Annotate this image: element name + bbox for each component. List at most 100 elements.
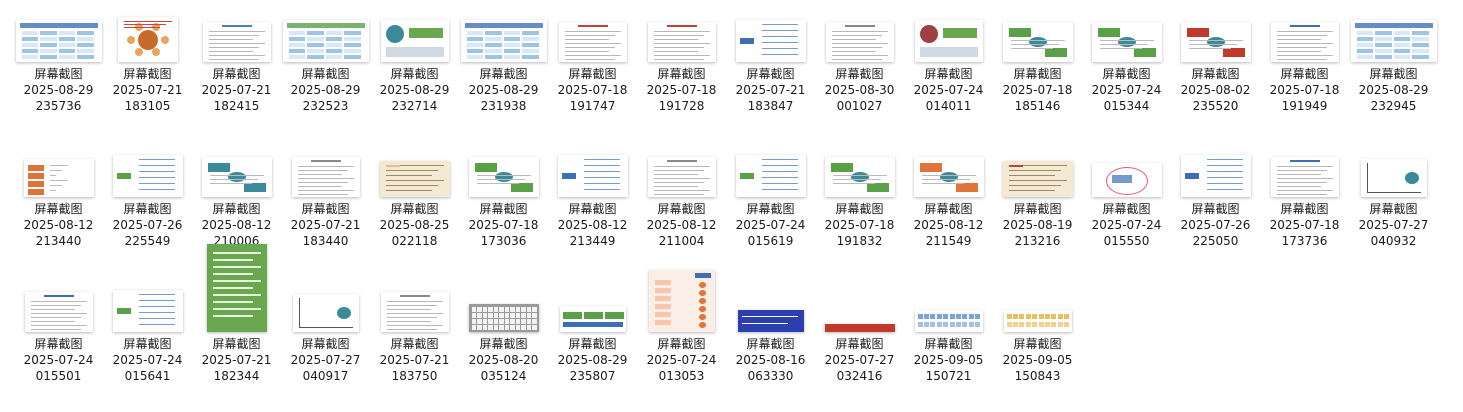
file-tile[interactable]: 屏幕截图 2025-09-05 150721: [904, 282, 993, 412]
file-name: 屏幕截图 2025-07-18 191832: [815, 201, 904, 249]
file-name-name: 屏幕截图: [1369, 67, 1418, 81]
scrollbar[interactable]: [1449, 0, 1463, 402]
file-name-time: 013053: [658, 369, 705, 383]
image-thumbnail: [1091, 163, 1162, 197]
file-tile[interactable]: 屏幕截图 2025-07-18 191949: [1260, 12, 1349, 142]
file-tile[interactable]: 屏幕截图 2025-07-21 183750: [370, 282, 459, 412]
file-name-name: 屏幕截图: [746, 67, 795, 81]
file-tile[interactable]: 屏幕截图 2025-08-29 232945: [1349, 12, 1438, 142]
file-tile[interactable]: 屏幕截图 2025-08-29 235807: [548, 282, 637, 412]
file-name-name: 屏幕截图: [34, 202, 83, 216]
file-name-name: 屏幕截图: [212, 67, 261, 81]
file-name-date: 2025-08-29: [379, 83, 450, 97]
file-name: 屏幕截图 2025-08-30 001027: [815, 66, 904, 114]
file-tile[interactable]: 屏幕截图 2025-07-24 015619: [726, 147, 815, 277]
thumbnail-frame: [103, 282, 192, 332]
file-tile[interactable]: 屏幕截图 2025-07-26 225050: [1171, 147, 1260, 277]
file-tile[interactable]: 屏幕截图 2025-07-18 191832: [815, 147, 904, 277]
image-thumbnail: [1180, 155, 1251, 197]
file-name-date: 2025-07-18: [468, 218, 539, 232]
image-thumbnail: [23, 159, 94, 197]
file-name: 屏幕截图 2025-09-05 150843: [993, 336, 1082, 384]
file-tile[interactable]: 屏幕截图 2025-07-21 182344: [192, 244, 281, 412]
file-name-date: 2025-07-18: [1002, 83, 1073, 97]
file-name-date: 2025-07-27: [290, 353, 361, 367]
file-tile[interactable]: 屏幕截图 2025-07-24 015550: [1082, 147, 1171, 277]
file-name-date: 2025-08-30: [824, 83, 895, 97]
file-tile[interactable]: 屏幕截图 2025-08-19 213216: [993, 147, 1082, 277]
file-name-date: 2025-08-20: [468, 353, 539, 367]
file-tile[interactable]: 屏幕截图 2025-08-12 211004: [637, 147, 726, 277]
file-tile[interactable]: 屏幕截图 2025-07-21 183440: [281, 147, 370, 277]
image-thumbnail: [824, 324, 895, 332]
file-tile[interactable]: 屏幕截图 2025-07-27 032416: [815, 282, 904, 412]
file-tile[interactable]: 屏幕截图 2025-07-18 191747: [548, 12, 637, 142]
file-tile[interactable]: 屏幕截图 2025-08-12 211549: [904, 147, 993, 277]
file-tile[interactable]: 屏幕截图 2025-07-18 185146: [993, 12, 1082, 142]
file-name-name: 屏幕截图: [657, 337, 706, 351]
image-thumbnail: [202, 22, 271, 62]
thumbnail-frame: [1171, 12, 1260, 62]
file-name-date: 2025-08-19: [1002, 218, 1073, 232]
file-name-date: 2025-09-05: [1002, 353, 1073, 367]
file-tile[interactable]: 屏幕截图 2025-07-18 173736: [1260, 147, 1349, 277]
file-name-time: 173736: [1281, 234, 1328, 248]
file-tile[interactable]: 屏幕截图 2025-08-29 232523: [281, 12, 370, 142]
file-name-date: 2025-07-24: [112, 353, 183, 367]
file-tile[interactable]: 屏幕截图 2025-08-12 213449: [548, 147, 637, 277]
file-tile[interactable]: 屏幕截图 2025-08-29 231938: [459, 12, 548, 142]
file-tile[interactable]: 屏幕截图 2025-07-18 191728: [637, 12, 726, 142]
file-tile[interactable]: 屏幕截图 2025-07-21 183105: [103, 12, 192, 142]
file-tile[interactable]: 屏幕截图 2025-07-24 015501: [14, 282, 103, 412]
file-tile[interactable]: 屏幕截图 2025-08-02 235520: [1171, 12, 1260, 142]
thumbnail-frame: [192, 12, 281, 62]
file-name-date: 2025-07-27: [1358, 218, 1429, 232]
file-tile[interactable]: 屏幕截图 2025-07-18 173036: [459, 147, 548, 277]
thumbnail-frame: [14, 147, 103, 197]
file-name-date: 2025-08-29: [468, 83, 539, 97]
file-name-name: 屏幕截图: [924, 202, 973, 216]
file-tile[interactable]: 屏幕截图 2025-08-29 235736: [14, 12, 103, 142]
file-name-time: 231938: [480, 99, 527, 113]
file-tile[interactable]: 屏幕截图 2025-07-21 183847: [726, 12, 815, 142]
file-name-time: 235807: [569, 369, 616, 383]
file-name-time: 232945: [1370, 99, 1417, 113]
file-tile[interactable]: 屏幕截图 2025-08-12 213440: [14, 147, 103, 277]
image-thumbnail: [112, 290, 183, 332]
file-name: 屏幕截图 2025-07-18 173736: [1260, 201, 1349, 249]
file-tile[interactable]: 屏幕截图 2025-08-25 022118: [370, 147, 459, 277]
file-tile[interactable]: 屏幕截图 2025-08-16 063330: [726, 282, 815, 412]
file-tile[interactable]: 屏幕截图 2025-08-20 035124: [459, 282, 548, 412]
file-name-date: 2025-08-29: [557, 353, 628, 367]
file-tile[interactable]: 屏幕截图 2025-07-24 013053: [637, 270, 726, 412]
file-name-name: 屏幕截图: [924, 67, 973, 81]
thumbnail-frame: [281, 147, 370, 197]
file-name-date: 2025-07-24: [913, 83, 984, 97]
file-tile[interactable]: 屏幕截图 2025-07-27 040917: [281, 282, 370, 412]
image-thumbnail: [468, 304, 539, 332]
file-name-name: 屏幕截图: [479, 337, 528, 351]
file-name-name: 屏幕截图: [1191, 202, 1240, 216]
file-tile[interactable]: 屏幕截图 2025-07-27 040932: [1349, 147, 1438, 277]
file-tile[interactable]: 屏幕截图 2025-07-24 014011: [904, 12, 993, 142]
file-name: 屏幕截图 2025-07-21 183750: [370, 336, 459, 384]
file-tile[interactable]: 屏幕截图 2025-08-29 232714: [370, 12, 459, 142]
file-tile[interactable]: 屏幕截图 2025-07-26 225549: [103, 147, 192, 277]
file-name: 屏幕截图 2025-08-12 213440: [14, 201, 103, 249]
file-tile[interactable]: 屏幕截图 2025-08-30 001027: [815, 12, 904, 142]
file-tile[interactable]: 屏幕截图 2025-07-21 182415: [192, 12, 281, 142]
file-name: 屏幕截图 2025-07-27 040917: [281, 336, 370, 384]
image-thumbnail: [379, 161, 450, 197]
file-tile[interactable]: 屏幕截图 2025-09-05 150843: [993, 282, 1082, 412]
file-name-date: 2025-07-24: [646, 353, 717, 367]
file-name: 屏幕截图 2025-07-24 014011: [904, 66, 993, 114]
file-name-name: 屏幕截图: [301, 67, 350, 81]
file-name: 屏幕截图 2025-08-29 235807: [548, 336, 637, 384]
file-tile[interactable]: 屏幕截图 2025-07-24 015344: [1082, 12, 1171, 142]
file-name-name: 屏幕截图: [212, 337, 261, 351]
file-tile[interactable]: 屏幕截图 2025-07-24 015641: [103, 282, 192, 412]
file-name-date: 2025-07-18: [1269, 83, 1340, 97]
image-thumbnail: [282, 20, 369, 62]
file-name-name: 屏幕截图: [568, 202, 617, 216]
file-name-time: 225050: [1192, 234, 1239, 248]
